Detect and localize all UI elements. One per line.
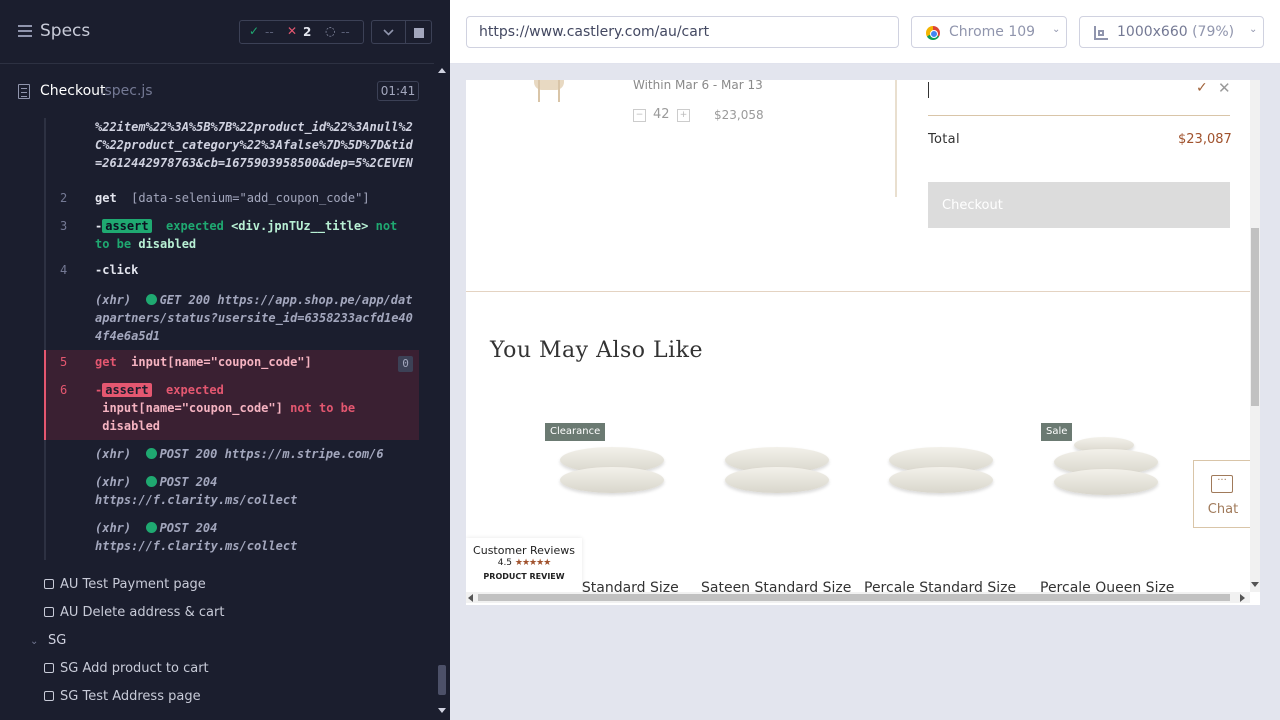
specs-title: Specs	[40, 21, 91, 41]
element-count-badge: 0	[398, 356, 413, 372]
chevron-down-icon: ⌄	[1249, 24, 1258, 35]
failed-count: 2	[303, 25, 312, 39]
scroll-right-icon[interactable]	[1240, 594, 1245, 602]
chrome-icon	[926, 26, 940, 40]
pending-icon: ◌	[325, 24, 336, 38]
scroll-thumb[interactable]	[1251, 228, 1259, 406]
viewport-icon	[1094, 26, 1108, 40]
status-dot-icon	[145, 294, 157, 305]
total-value: $23,087	[1178, 132, 1232, 147]
page-vertical-scrollbar[interactable]	[1250, 80, 1260, 592]
spec-file-header: Checkout .spec.js 01:41	[0, 64, 434, 118]
chevron-down-icon: ⌄	[1052, 24, 1061, 35]
command-log: %22item%22%3A%5B%7B%22product_id%22%3Anu…	[0, 118, 434, 560]
file-icon	[18, 84, 30, 99]
scroll-down-icon[interactable]	[1251, 582, 1259, 587]
scroll-up-icon[interactable]	[438, 68, 446, 73]
test-stats: ✓ -- ✕ 2 ◌ --	[239, 20, 364, 44]
test-status-icon	[44, 579, 54, 589]
status-dot-icon	[145, 448, 157, 459]
section-title: You May Also Like	[490, 338, 704, 363]
url-input[interactable]	[466, 16, 899, 48]
checkout-button[interactable]: Checkout	[928, 182, 1230, 228]
test-status-icon	[44, 663, 54, 673]
test-item[interactable]: AU Delete address & cart	[44, 605, 224, 625]
runner-panel: Specs ✓ -- ✕ 2 ◌ -- Checkout .spec.js 01…	[0, 0, 450, 720]
menu-icon[interactable]	[18, 25, 32, 37]
qty-decrease-button[interactable]: −	[633, 109, 646, 122]
specs-header: Specs ✓ -- ✕ 2 ◌ --	[0, 0, 434, 64]
chat-button[interactable]: ··· Chat	[1193, 460, 1251, 528]
sale-badge: Sale	[1041, 423, 1073, 441]
assert-badge: assert	[102, 219, 152, 233]
chevron-down-icon: ⌄	[30, 636, 39, 647]
test-item[interactable]: SG Add product to cart	[44, 661, 209, 681]
scroll-left-icon[interactable]	[468, 594, 473, 602]
total-label: Total	[928, 132, 960, 147]
product-image	[526, 80, 572, 108]
line-price: $23,058	[714, 108, 764, 122]
reviews-widget[interactable]: Customer Reviews 4.5 ★★★★★ PRODUCT REVIE…	[466, 538, 582, 592]
status-dot-icon	[145, 522, 157, 533]
runner-scrollbar[interactable]	[434, 64, 450, 720]
suite-sg[interactable]: ⌄ SG	[30, 633, 66, 648]
star-rating-icon: ★★★★★	[514, 558, 551, 568]
stop-icon	[414, 28, 424, 38]
check-icon: ✓	[249, 24, 260, 38]
quantity-value: 42	[653, 107, 670, 122]
stop-button[interactable]	[405, 20, 432, 44]
pending-count: --	[341, 25, 350, 39]
page-horizontal-scrollbar[interactable]	[466, 592, 1250, 603]
chat-icon: ···	[1211, 475, 1233, 493]
scroll-down-icon[interactable]	[438, 708, 446, 713]
spec-name: Checkout	[40, 83, 106, 99]
scroll-thumb[interactable]	[438, 665, 446, 695]
product-card[interactable]	[703, 425, 853, 525]
status-dot-icon	[145, 476, 157, 487]
coupon-input[interactable]: ✓ ✕	[928, 80, 1231, 116]
test-status-icon	[44, 691, 54, 701]
cross-icon: ✕	[287, 24, 298, 38]
collapse-button[interactable]	[371, 20, 405, 44]
viewport-selector[interactable]: 1000x660 (79%) ⌄	[1079, 16, 1264, 48]
app-under-test: Within Mar 6 - Mar 13 − 42 + $23,058 ✓ ✕…	[466, 80, 1260, 605]
browser-selector[interactable]: Chrome 109 ⌄	[911, 16, 1067, 48]
test-status-icon	[44, 607, 54, 617]
qty-increase-button[interactable]: +	[677, 109, 690, 122]
test-item[interactable]: AU Test Payment page	[44, 577, 206, 597]
spec-duration: 01:41	[377, 81, 419, 101]
check-icon[interactable]: ✓	[1196, 80, 1208, 96]
clearance-badge: Clearance	[545, 423, 606, 441]
spec-ext: .spec.js	[100, 83, 153, 99]
passed-count: --	[265, 25, 274, 39]
delivery-estimate: Within Mar 6 - Mar 13	[633, 80, 763, 92]
chevron-down-icon	[383, 29, 394, 36]
browser-toolbar: Chrome 109 ⌄ 1000x660 (79%) ⌄	[450, 0, 1280, 64]
assert-badge: assert	[102, 383, 152, 397]
scroll-thumb[interactable]	[478, 594, 1230, 601]
product-card[interactable]	[867, 425, 1017, 525]
close-icon[interactable]: ✕	[1218, 80, 1231, 97]
test-item[interactable]: SG Test Address page	[44, 689, 201, 709]
